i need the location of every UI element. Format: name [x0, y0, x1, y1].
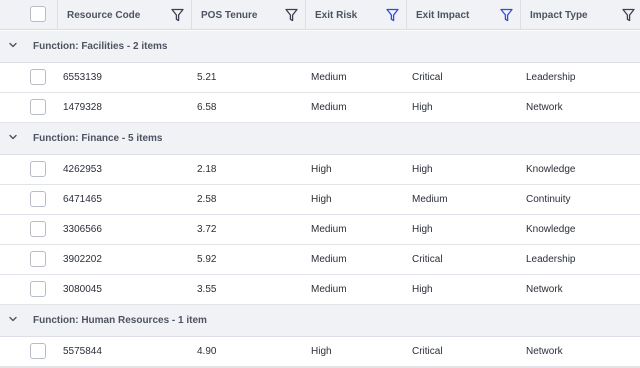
table-row[interactable]: 5575844 4.90 High Critical Network: [0, 337, 640, 367]
column-header-impact-type[interactable]: Impact Type: [521, 0, 640, 30]
filter-icon[interactable]: [285, 8, 298, 22]
exit-impact-cell: Medium: [412, 194, 448, 205]
exit-risk-cell: High: [311, 346, 332, 357]
row-checkbox[interactable]: [30, 343, 46, 359]
row-checkbox[interactable]: [30, 69, 46, 85]
exit-risk-cell: High: [311, 164, 332, 175]
column-header-label: Resource Code: [67, 9, 141, 21]
table-row[interactable]: 3080045 3.55 Medium High Network: [0, 275, 640, 305]
exit-impact-cell: Critical: [412, 346, 443, 357]
pos-tenure-cell: 5.21: [197, 72, 217, 83]
group-row-facilities[interactable]: Function: Facilities - 2 items: [0, 31, 640, 63]
exit-impact-cell: Critical: [412, 254, 443, 265]
column-header-label: Exit Risk: [315, 9, 358, 21]
table-row[interactable]: 6553139 5.21 Medium Critical Leadership: [0, 63, 640, 93]
exit-risk-cell: Medium: [311, 224, 347, 235]
grid-header: Resource Code POS Tenure Exit Risk Exit …: [0, 0, 640, 30]
impact-type-cell: Knowledge: [526, 164, 576, 175]
filter-icon[interactable]: [171, 8, 184, 22]
exit-risk-cell: Medium: [311, 284, 347, 295]
row-checkbox[interactable]: [30, 191, 46, 207]
impact-type-cell: Leadership: [526, 72, 576, 83]
column-header-resource-code[interactable]: Resource Code: [58, 0, 192, 30]
pos-tenure-cell: 2.18: [197, 164, 217, 175]
chevron-down-icon[interactable]: [8, 40, 18, 50]
column-header-pos-tenure[interactable]: POS Tenure: [192, 0, 306, 30]
exit-impact-cell: High: [412, 224, 433, 235]
chevron-down-icon[interactable]: [8, 314, 18, 324]
group-row-human-resources[interactable]: Function: Human Resources - 1 item: [0, 305, 640, 337]
table-row[interactable]: 3306566 3.72 Medium High Knowledge: [0, 215, 640, 245]
exit-risk-cell: High: [311, 194, 332, 205]
select-all-checkbox[interactable]: [30, 6, 46, 22]
resource-code-cell: 3306566: [63, 224, 102, 235]
group-row-finance[interactable]: Function: Finance - 5 items: [0, 123, 640, 155]
filter-icon[interactable]: [622, 8, 635, 22]
filter-active-icon[interactable]: [386, 8, 399, 22]
impact-type-cell: Network: [526, 346, 563, 357]
filter-active-icon[interactable]: [500, 8, 513, 22]
row-checkbox[interactable]: [30, 281, 46, 297]
pos-tenure-cell: 6.58: [197, 102, 217, 113]
impact-type-cell: Knowledge: [526, 224, 576, 235]
resource-code-cell: 5575844: [63, 346, 102, 357]
resource-code-cell: 3080045: [63, 284, 102, 295]
impact-type-cell: Leadership: [526, 254, 576, 265]
resource-code-cell: 1479328: [63, 102, 102, 113]
column-header-label: Exit Impact: [416, 9, 470, 21]
row-checkbox[interactable]: [30, 161, 46, 177]
column-header-exit-risk[interactable]: Exit Risk: [306, 0, 407, 30]
select-all-cell: [0, 0, 58, 30]
row-checkbox[interactable]: [30, 99, 46, 115]
impact-type-cell: Continuity: [526, 194, 571, 205]
table-row[interactable]: 3902202 5.92 Medium Critical Leadership: [0, 245, 640, 275]
pos-tenure-cell: 3.55: [197, 284, 217, 295]
group-label: Function: Finance - 5 items: [33, 133, 163, 144]
column-header-label: POS Tenure: [201, 9, 258, 21]
resource-code-cell: 4262953: [63, 164, 102, 175]
group-label: Function: Human Resources - 1 item: [33, 315, 207, 326]
group-label: Function: Facilities - 2 items: [33, 41, 168, 52]
resource-grid: Resource Code POS Tenure Exit Risk Exit …: [0, 0, 640, 368]
exit-impact-cell: High: [412, 102, 433, 113]
resource-code-cell: 6553139: [63, 72, 102, 83]
pos-tenure-cell: 5.92: [197, 254, 217, 265]
exit-impact-cell: High: [412, 164, 433, 175]
chevron-down-icon[interactable]: [8, 132, 18, 142]
column-header-exit-impact[interactable]: Exit Impact: [407, 0, 521, 30]
exit-impact-cell: Critical: [412, 72, 443, 83]
impact-type-cell: Network: [526, 102, 563, 113]
pos-tenure-cell: 4.90: [197, 346, 217, 357]
exit-risk-cell: Medium: [311, 254, 347, 265]
pos-tenure-cell: 3.72: [197, 224, 217, 235]
exit-impact-cell: High: [412, 284, 433, 295]
row-checkbox[interactable]: [30, 221, 46, 237]
resource-code-cell: 6471465: [63, 194, 102, 205]
column-header-label: Impact Type: [530, 9, 588, 21]
resource-code-cell: 3902202: [63, 254, 102, 265]
row-checkbox[interactable]: [30, 251, 46, 267]
impact-type-cell: Network: [526, 284, 563, 295]
table-row[interactable]: 6471465 2.58 High Medium Continuity: [0, 185, 640, 215]
grid-body: Function: Facilities - 2 items 6553139 5…: [0, 31, 640, 367]
exit-risk-cell: Medium: [311, 72, 347, 83]
exit-risk-cell: Medium: [311, 102, 347, 113]
table-row[interactable]: 4262953 2.18 High High Knowledge: [0, 155, 640, 185]
table-row[interactable]: 1479328 6.58 Medium High Network: [0, 93, 640, 123]
pos-tenure-cell: 2.58: [197, 194, 217, 205]
